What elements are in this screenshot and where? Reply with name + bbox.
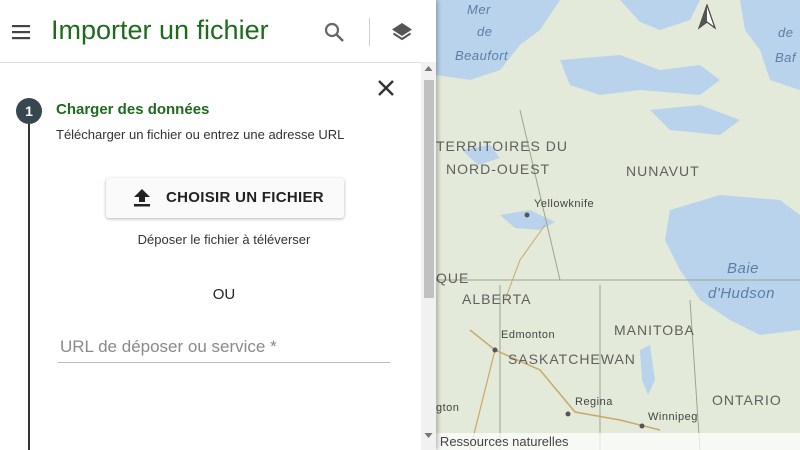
- upload-icon: [134, 189, 150, 207]
- search-icon[interactable]: [322, 20, 346, 44]
- panel-header: Importer un fichier: [0, 0, 436, 63]
- url-input[interactable]: URL de déposer ou service *: [58, 336, 390, 363]
- scroll-up-arrow-icon[interactable]: [421, 64, 436, 74]
- scroll-thumb[interactable]: [424, 80, 434, 298]
- menu-icon[interactable]: [9, 20, 33, 44]
- step-title: Charger des données: [56, 101, 210, 118]
- header-divider: [369, 18, 370, 46]
- url-placeholder: URL de déposer ou service *: [60, 337, 277, 356]
- step-subtitle: Télécharger un fichier ou entrez une adr…: [56, 127, 345, 142]
- drop-file-text: Déposer le fichier à téléverser: [137, 232, 311, 247]
- panel-title: Importer un fichier: [51, 15, 269, 45]
- close-icon[interactable]: [374, 76, 398, 100]
- choose-file-label: CHOISIR UN FICHIER: [166, 189, 324, 206]
- layers-icon[interactable]: [390, 20, 414, 44]
- step-number-badge: 1: [16, 98, 42, 124]
- panel-scrollbar[interactable]: [421, 62, 436, 450]
- or-separator: OU: [212, 286, 236, 303]
- scroll-down-arrow-icon[interactable]: [421, 430, 436, 440]
- choose-file-button[interactable]: CHOISIR UN FICHIER: [106, 178, 344, 218]
- north-arrow-icon[interactable]: [696, 4, 718, 30]
- import-file-panel: Importer un fichier 1 Charger des donnée…: [0, 0, 436, 450]
